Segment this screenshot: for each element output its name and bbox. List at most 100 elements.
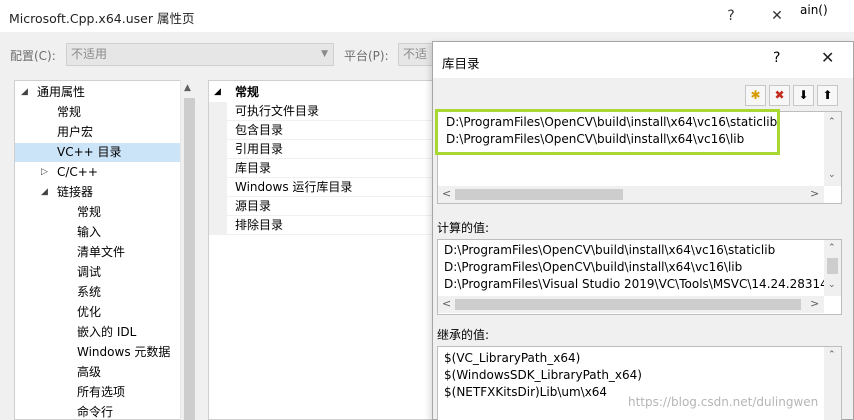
grid-row-label: 可执行文件目录 bbox=[235, 104, 320, 118]
grid-row-label: 库目录 bbox=[235, 161, 272, 175]
scroll-left-icon[interactable]: < bbox=[442, 297, 451, 310]
scroll-up-icon[interactable]: ⌃ bbox=[828, 243, 836, 253]
grid-row-gutter bbox=[209, 140, 227, 159]
grid-row[interactable]: 库目录 bbox=[209, 159, 435, 178]
scroll-down-icon[interactable]: ⌄ bbox=[828, 280, 836, 290]
scroll-up-icon[interactable]: ⌃ bbox=[828, 117, 836, 127]
scroll-left-icon[interactable]: < bbox=[442, 187, 451, 200]
directory-edit-list[interactable]: D:\ProgramFiles\OpenCV\build\install\x64… bbox=[437, 111, 842, 204]
tree-item[interactable]: 优化 bbox=[15, 303, 181, 322]
tree-item[interactable]: 命令行 bbox=[15, 403, 181, 419]
scroll-down-icon[interactable]: ⌄ bbox=[828, 170, 836, 180]
tree-item-label: 所有选项 bbox=[77, 385, 126, 399]
computed-vertical-scrollbar[interactable]: ⌃ ⌄ bbox=[824, 240, 841, 296]
tree-item[interactable]: 常规 bbox=[15, 103, 181, 122]
move-down-button[interactable]: ⬇ bbox=[793, 85, 814, 106]
tree-vertical-scrollbar[interactable]: ▲ bbox=[180, 80, 197, 420]
new-folder-icon: ✱ bbox=[750, 88, 761, 102]
grid-row[interactable]: 可执行文件目录 bbox=[209, 102, 435, 121]
tree-item[interactable]: 常规 bbox=[15, 203, 181, 222]
tree-item[interactable]: VC++ 目录 bbox=[15, 143, 181, 162]
tree-item-label: 输入 bbox=[77, 225, 102, 239]
grid-row-gutter bbox=[209, 216, 227, 235]
property-tree[interactable]: ◢ 通用属性 常规 用户宏 VC++ 目录 ▷ C/C++ ◢ 链接器 常规 输入 清单文件 调试 系统优… bbox=[14, 80, 197, 420]
inherited-line-1: $(VC_LibraryPath_x64) bbox=[444, 351, 581, 365]
grid-row[interactable]: 包含目录 bbox=[209, 121, 435, 140]
grid-row-label: 包含目录 bbox=[235, 123, 284, 137]
tree-item[interactable]: 调试 bbox=[15, 263, 181, 282]
tree-item-label: 命令行 bbox=[77, 405, 114, 419]
grid-row-gutter bbox=[209, 121, 227, 140]
expand-icon[interactable]: ▷ bbox=[41, 163, 48, 182]
scroll-thumb[interactable] bbox=[455, 189, 623, 200]
tree-item-label: 链接器 bbox=[57, 185, 94, 199]
collapse-icon[interactable]: ◢ bbox=[41, 183, 48, 202]
edit-line-2[interactable]: D:\ProgramFiles\OpenCV\build\install\x64… bbox=[446, 132, 744, 146]
collapse-icon[interactable]: ◢ bbox=[21, 83, 28, 102]
tree-item[interactable]: 输入 bbox=[15, 223, 181, 242]
tree-item[interactable]: 所有选项 bbox=[15, 383, 181, 402]
dialog-title-bar: 库目录 ? ✕ bbox=[433, 42, 853, 78]
configuration-dropdown[interactable]: 不适用 ▼ bbox=[66, 43, 334, 66]
edit-list-horizontal-scrollbar[interactable]: < > bbox=[438, 186, 824, 203]
arrow-down-icon: ⬇ bbox=[798, 88, 809, 102]
tree-item-label: 嵌入的 IDL bbox=[77, 325, 137, 339]
tree-item-label: 常规 bbox=[77, 205, 102, 219]
platform-value: 不适 bbox=[403, 47, 428, 61]
configuration-value: 不适用 bbox=[71, 47, 108, 61]
tree-item[interactable]: ◢ 通用属性 bbox=[15, 83, 181, 102]
edit-line-1[interactable]: D:\ProgramFiles\OpenCV\build\install\x64… bbox=[446, 115, 777, 129]
tree-item-label: 系统 bbox=[77, 285, 102, 299]
title-bar: Microsoft.Cpp.x64.user 属性页 ? ✕ bbox=[0, 0, 800, 32]
tree-item-label: 清单文件 bbox=[77, 245, 126, 259]
tree-item[interactable]: 清单文件 bbox=[15, 243, 181, 262]
platform-label: 平台(P): bbox=[344, 49, 389, 63]
tree-item[interactable]: ▷ C/C++ bbox=[15, 163, 181, 182]
tree-item[interactable]: 用户宏 bbox=[15, 123, 181, 142]
tree-item-label: 优化 bbox=[77, 305, 102, 319]
platform-dropdown[interactable]: 不适 bbox=[398, 43, 434, 66]
close-button[interactable]: ✕ bbox=[758, 2, 796, 30]
scroll-thumb[interactable] bbox=[827, 258, 838, 274]
help-button[interactable]: ? bbox=[712, 2, 750, 30]
dialog-help-button[interactable]: ? bbox=[773, 50, 780, 66]
grid-row-label: 源目录 bbox=[235, 199, 272, 213]
window-title: Microsoft.Cpp.x64.user 属性页 bbox=[9, 11, 195, 26]
scroll-right-icon[interactable]: > bbox=[810, 187, 819, 200]
computed-horizontal-scrollbar[interactable]: < > bbox=[438, 296, 824, 313]
tree-item-label: VC++ 目录 bbox=[57, 145, 122, 159]
computed-values-list: D:\ProgramFiles\OpenCV\build\install\x64… bbox=[437, 239, 842, 315]
background-editor-fragment: ain() bbox=[800, 0, 854, 32]
tree-item[interactable]: ◢ 链接器 bbox=[15, 183, 181, 202]
tree-item-label: 用户宏 bbox=[57, 125, 94, 139]
chevron-down-icon: ▼ bbox=[321, 49, 328, 59]
grid-row-label: Windows 运行库目录 bbox=[235, 180, 353, 194]
scroll-right-icon[interactable]: > bbox=[810, 297, 819, 310]
collapse-icon[interactable]: ◢ bbox=[214, 83, 221, 102]
grid-row[interactable]: Windows 运行库目录 bbox=[209, 178, 435, 197]
tree-item[interactable]: Windows 元数据 bbox=[15, 343, 181, 362]
grid-row-gutter bbox=[209, 102, 227, 121]
grid-row[interactable]: 引用目录 bbox=[209, 140, 435, 159]
inherited-vertical-scrollbar[interactable]: ⌃ bbox=[824, 347, 841, 420]
grid-row[interactable]: 排除目录 bbox=[209, 216, 435, 235]
tree-item[interactable]: 高级 bbox=[15, 363, 181, 382]
tree-item[interactable]: 嵌入的 IDL bbox=[15, 323, 181, 342]
arrow-up-icon: ⬆ bbox=[822, 88, 833, 102]
move-up-button[interactable]: ⬆ bbox=[817, 85, 838, 106]
scroll-up-icon[interactable]: ⌃ bbox=[828, 350, 836, 360]
grid-category-general[interactable]: ◢ 常规 bbox=[209, 83, 435, 102]
delete-line-button[interactable]: ✖ bbox=[769, 85, 790, 106]
dialog-title: 库目录 bbox=[442, 56, 480, 71]
scroll-up-icon[interactable]: ▲ bbox=[184, 83, 191, 93]
tree-item-label: 调试 bbox=[77, 265, 102, 279]
dialog-close-button[interactable]: ✕ bbox=[821, 48, 834, 67]
grid-row-gutter bbox=[209, 159, 227, 178]
tree-item-label: Windows 元数据 bbox=[77, 345, 171, 359]
tree-item[interactable]: 系统 bbox=[15, 283, 181, 302]
grid-row[interactable]: 源目录 bbox=[209, 197, 435, 216]
edit-list-vertical-scrollbar[interactable]: ⌃ ⌄ bbox=[824, 112, 841, 186]
scroll-thumb[interactable] bbox=[455, 299, 801, 310]
scroll-thumb[interactable] bbox=[184, 98, 195, 420]
new-line-button[interactable]: ✱ bbox=[745, 85, 766, 106]
